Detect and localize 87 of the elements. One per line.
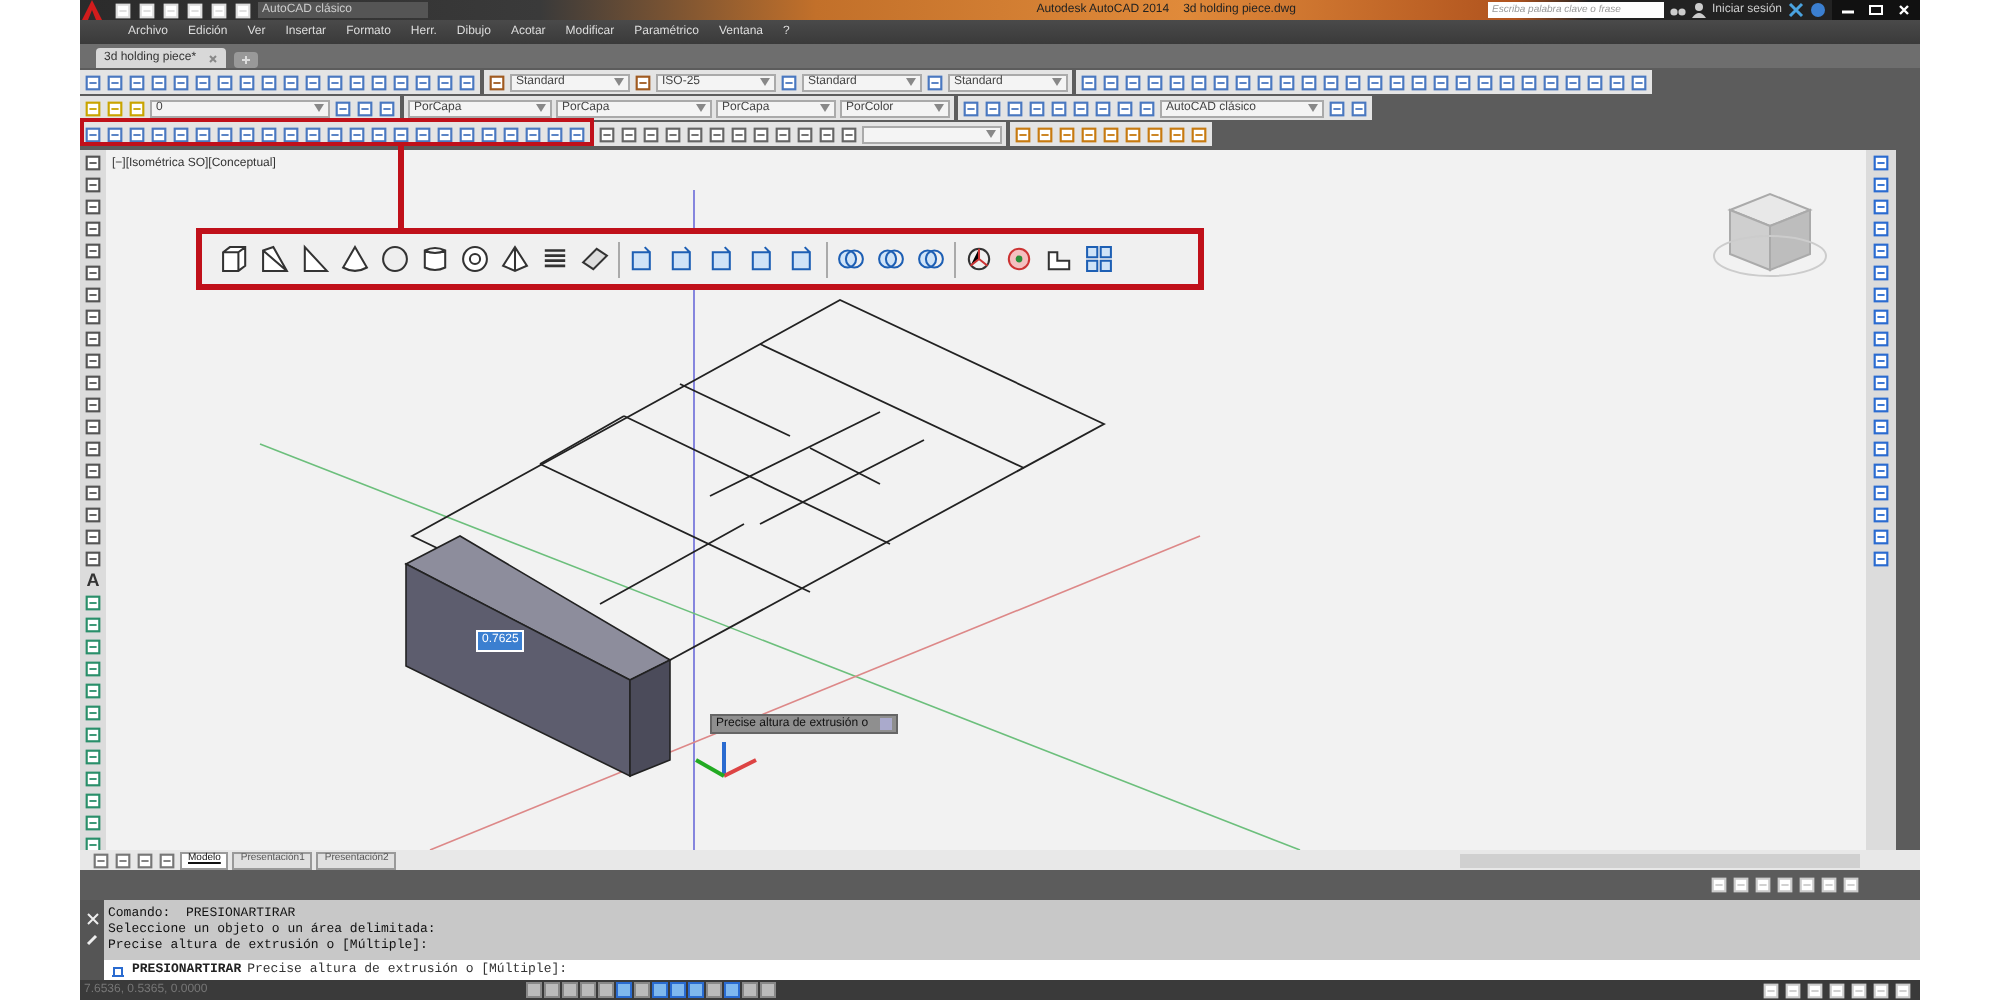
toolbar-icon[interactable] xyxy=(524,125,542,143)
toolbar-icon[interactable] xyxy=(84,352,102,370)
caret-icon[interactable] xyxy=(986,130,996,138)
triangle-icon[interactable] xyxy=(298,242,332,276)
drafting-toggle[interactable] xyxy=(706,982,722,998)
caret-icon[interactable] xyxy=(614,78,624,86)
ring-icon[interactable] xyxy=(458,242,492,276)
rotate-gizmo-icon[interactable] xyxy=(1002,242,1036,276)
wedge-icon[interactable] xyxy=(258,242,292,276)
toolbar-icon[interactable] xyxy=(348,125,366,143)
caret-icon[interactable] xyxy=(934,104,944,112)
user-icon[interactable] xyxy=(1691,2,1706,18)
drafting-toggle[interactable] xyxy=(670,982,686,998)
toolbar-icon[interactable] xyxy=(84,242,102,260)
drafting-toggle[interactable] xyxy=(598,982,614,998)
caret-icon[interactable] xyxy=(536,104,546,112)
pyramid-icon[interactable] xyxy=(498,242,532,276)
toolbar-icon[interactable] xyxy=(84,462,102,480)
toolbar-icon[interactable] xyxy=(84,550,102,568)
drafting-toggle[interactable] xyxy=(724,982,740,998)
toolbar-icon[interactable] xyxy=(84,220,102,238)
horizontal-scroll-bar[interactable] xyxy=(1460,853,1860,867)
toolbar-icon[interactable] xyxy=(194,125,212,143)
text-tool[interactable]: A xyxy=(86,572,100,590)
toolbar-icon[interactable] xyxy=(128,125,146,143)
toolbar-icon[interactable] xyxy=(84,176,102,194)
toolbar-icon[interactable] xyxy=(84,396,102,414)
toolbar-icon[interactable] xyxy=(282,125,300,143)
toolbar-icon[interactable] xyxy=(84,125,102,143)
caret-icon[interactable] xyxy=(820,104,830,112)
drafting-toggle[interactable] xyxy=(580,982,596,998)
drafting-toggle[interactable] xyxy=(760,982,776,998)
box-icon[interactable] xyxy=(218,242,252,276)
toolbar-icon[interactable] xyxy=(84,506,102,524)
drafting-toggle[interactable] xyxy=(562,982,578,998)
toolbar-icon[interactable] xyxy=(172,125,190,143)
toolbar-icon[interactable] xyxy=(216,125,234,143)
toolbar-icon[interactable] xyxy=(480,125,498,143)
toolbar-icon[interactable] xyxy=(436,125,454,143)
caret-icon[interactable] xyxy=(1052,78,1062,86)
toolbar-icon[interactable] xyxy=(84,528,102,546)
toolbar-icon[interactable] xyxy=(568,125,586,143)
toolbar-icon[interactable] xyxy=(458,125,476,143)
toolbar-icon[interactable] xyxy=(370,125,388,143)
restore-icon[interactable] xyxy=(1868,4,1884,16)
toolbar-icon[interactable] xyxy=(84,264,102,282)
cylinder-icon[interactable] xyxy=(418,242,452,276)
toolbar-icon[interactable] xyxy=(84,308,102,326)
new-tab-icon[interactable] xyxy=(234,52,259,68)
toolbar-icon[interactable] xyxy=(260,125,278,143)
toolbar-icon[interactable] xyxy=(84,418,102,436)
toolbar-icon[interactable] xyxy=(304,125,322,143)
binoculars-icon[interactable] xyxy=(1669,2,1686,18)
toolbar-icon[interactable] xyxy=(326,125,344,143)
toolbar-icon[interactable] xyxy=(84,330,102,348)
drafting-toggle[interactable] xyxy=(688,982,704,998)
toolbar-icon[interactable] xyxy=(84,484,102,502)
caret-icon[interactable] xyxy=(1308,104,1318,112)
drafting-toggle[interactable] xyxy=(652,982,668,998)
toolbar-icon[interactable] xyxy=(502,125,520,143)
caret-icon[interactable] xyxy=(906,78,916,86)
drafting-toggle[interactable] xyxy=(544,982,560,998)
toolbar-icon[interactable] xyxy=(84,440,102,458)
toolbar-icon[interactable] xyxy=(106,125,124,143)
toolbar-icon[interactable] xyxy=(84,374,102,392)
drafting-toggle[interactable] xyxy=(616,982,632,998)
gizmo-icon[interactable] xyxy=(962,242,996,276)
drafting-toggle[interactable] xyxy=(526,982,542,998)
toolbar-icon[interactable] xyxy=(414,125,432,143)
plane-icon[interactable] xyxy=(578,242,612,276)
sphere-icon[interactable] xyxy=(378,242,412,276)
ucs-icon xyxy=(695,742,757,778)
toolbar-icon[interactable] xyxy=(392,125,410,143)
command-icon[interactable] xyxy=(110,963,126,977)
toolbar-icon[interactable] xyxy=(546,125,564,143)
toolbar-icon[interactable] xyxy=(84,286,102,304)
caret-icon[interactable] xyxy=(314,104,324,112)
toolbar-icon[interactable] xyxy=(84,198,102,216)
toolbar-icon[interactable] xyxy=(238,125,256,143)
toolbar-icon[interactable] xyxy=(150,125,168,143)
toolbar-icon[interactable] xyxy=(84,154,102,172)
grid-icon[interactable] xyxy=(1082,242,1116,276)
drafting-toggle[interactable] xyxy=(634,982,650,998)
caret-icon[interactable] xyxy=(696,104,706,112)
drafting-toggle[interactable] xyxy=(742,982,758,998)
cone-icon[interactable] xyxy=(338,242,372,276)
caret-icon[interactable] xyxy=(760,78,770,86)
